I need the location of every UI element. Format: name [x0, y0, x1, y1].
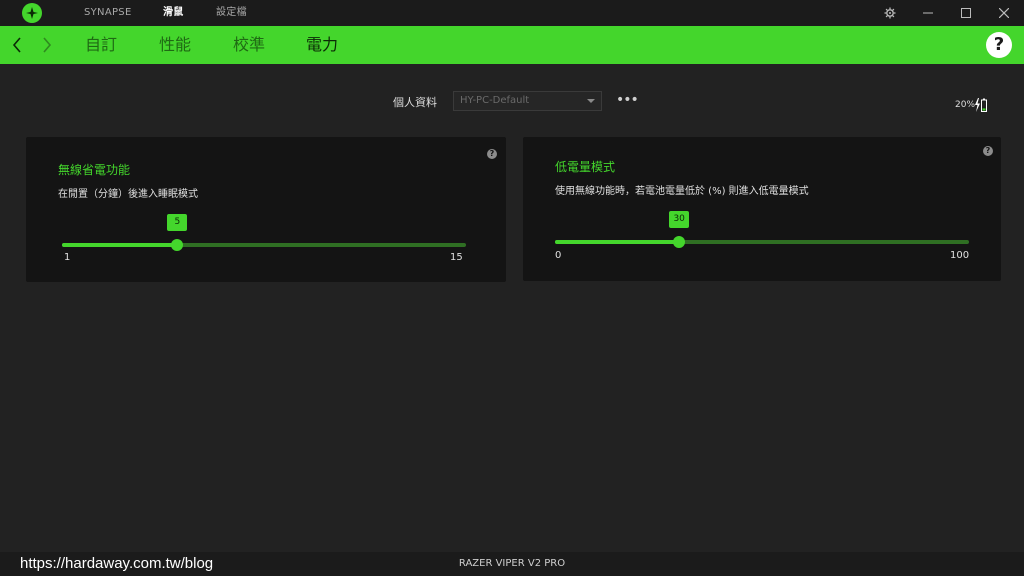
tab-power[interactable]: 電力 — [306, 26, 338, 64]
sleep-slider-fill — [62, 243, 178, 247]
low-power-slider-max: 100 — [950, 250, 970, 261]
low-power-description: 使用無線功能時，若電池電量低於 (%) 則進入低電量模式 — [555, 186, 809, 197]
back-button[interactable] — [12, 26, 22, 64]
sleep-help-icon[interactable]: ? — [487, 149, 497, 159]
low-power-slider-handle[interactable] — [673, 236, 686, 248]
minimize-icon — [923, 12, 933, 14]
topnav-mouse[interactable]: 滑鼠 — [163, 0, 184, 26]
close-icon — [999, 8, 1009, 18]
topnav-synapse[interactable]: SYNAPSE — [84, 0, 132, 26]
topnav-profiles[interactable]: 設定檔 — [216, 0, 247, 26]
low-power-slider-value: 30 — [669, 211, 690, 228]
tab-bar: 自訂 性能 校準 電力 ? — [0, 26, 1024, 64]
low-power-slider-min: 0 — [555, 250, 562, 261]
settings-button[interactable] — [872, 0, 908, 26]
profile-value: HY-PC-Default — [460, 95, 530, 106]
low-power-slider-fill — [555, 240, 680, 244]
sleep-mode-panel: ? 無線省電功能 在閒置（分鐘）後進入睡眠模式 5 1 15 — [26, 137, 506, 282]
profile-dropdown[interactable]: HY-PC-Default — [453, 91, 602, 111]
maximize-icon — [961, 8, 971, 18]
forward-button[interactable] — [42, 26, 52, 64]
low-power-title: 低電量模式 — [555, 160, 616, 174]
sleep-slider-max: 15 — [450, 252, 463, 263]
device-name: RAZER VIPER V2 PRO — [458, 558, 566, 569]
sleep-mode-title: 無線省電功能 — [58, 163, 131, 177]
profile-label: 個人資料 — [393, 96, 437, 109]
low-power-slider[interactable]: 30 — [555, 211, 969, 248]
forward-arrow-icon — [43, 37, 52, 53]
tab-performance[interactable]: 性能 — [159, 26, 191, 64]
sleep-slider-handle[interactable] — [171, 239, 184, 251]
sleep-slider-min: 1 — [64, 252, 71, 263]
low-power-panel: ? 低電量模式 使用無線功能時，若電池電量低於 (%) 則進入低電量模式 30 … — [523, 137, 1001, 281]
dropdown-caret-icon — [587, 99, 595, 103]
low-power-help-icon[interactable]: ? — [983, 146, 993, 156]
help-icon[interactable]: ? — [986, 32, 1012, 58]
sleep-mode-description: 在閒置（分鐘）後進入睡眠模式 — [58, 189, 198, 200]
more-icon[interactable]: ••• — [616, 92, 639, 108]
sleep-slider-value: 5 — [167, 214, 188, 231]
battery-charging-icon — [974, 97, 992, 116]
tab-calibration[interactable]: 校準 — [233, 26, 265, 64]
close-button[interactable] — [986, 0, 1022, 26]
back-arrow-icon — [12, 37, 21, 53]
gear-icon — [884, 7, 896, 19]
title-bar: SYNAPSE 滑鼠 設定檔 — [0, 0, 1024, 26]
maximize-button[interactable] — [948, 0, 984, 26]
battery-percentage: 20% — [955, 100, 976, 110]
razer-logo-icon[interactable] — [22, 3, 42, 23]
tab-customize[interactable]: 自訂 — [85, 26, 117, 64]
sleep-slider[interactable]: 5 — [62, 214, 466, 251]
minimize-button[interactable] — [910, 0, 946, 26]
